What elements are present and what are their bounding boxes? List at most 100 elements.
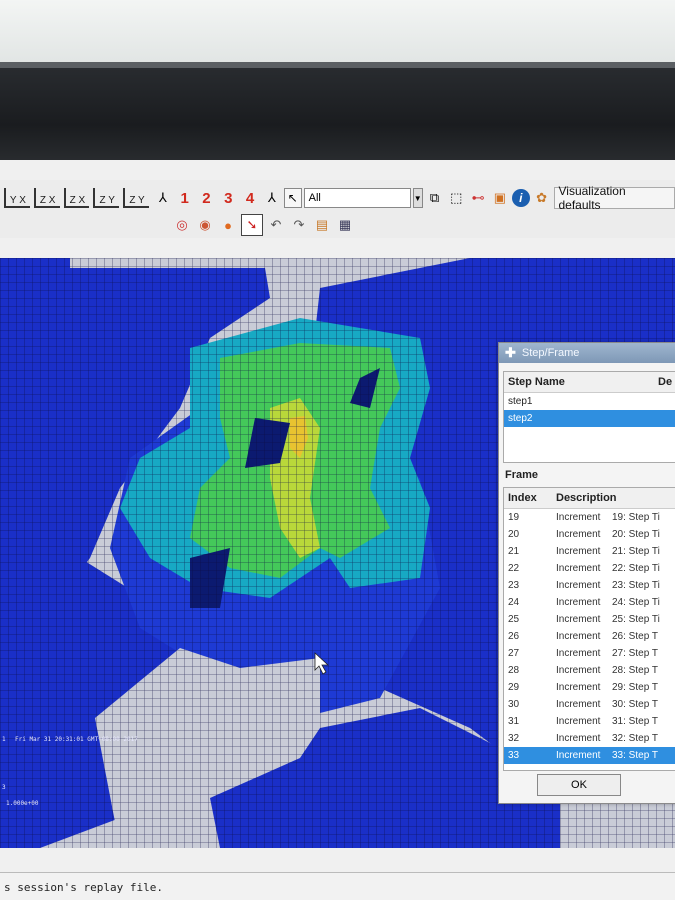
frame-table: Index Description 19 Increment 19: Step Ti… [503, 487, 675, 771]
frame-cell-type: Increment [556, 750, 601, 761]
triad-icon[interactable]: ⅄ [262, 188, 282, 208]
frame-cell-desc: 29: Step T [612, 682, 658, 693]
selection-filter-select[interactable]: All [303, 188, 411, 208]
frame-row[interactable]: 31 Increment 31: Step T [504, 713, 675, 730]
frame-row[interactable]: 27 Increment 27: Step T [504, 645, 675, 662]
visualization-defaults-button[interactable]: Visualization defaults [553, 184, 675, 212]
frame-cell-index: 28 [508, 665, 520, 676]
viewport-label: 1.000e+00 [6, 800, 39, 807]
frame-rows: 19 Increment 19: Step Ti 20 Increment 20: Ste… [504, 509, 675, 764]
frame-cell-index: 22 [508, 563, 520, 574]
view-axis-icon[interactable]: Y X [4, 188, 30, 208]
frame-cell-type: Increment [556, 631, 601, 642]
frame-cell-desc: 32: Step T [612, 733, 658, 744]
frame-cell-desc: 24: Step Ti [612, 597, 660, 608]
frame-cell-index: 29 [508, 682, 520, 693]
frame-row[interactable]: 19 Increment 19: Step Ti [504, 509, 675, 526]
step-row[interactable]: step1 [504, 393, 675, 410]
frame-cell-type: Increment [556, 597, 601, 608]
description-header: Description [556, 492, 617, 504]
info-icon[interactable]: i [511, 189, 530, 207]
redo-icon[interactable]: ↷ [289, 215, 309, 235]
frame-cell-index: 31 [508, 716, 520, 727]
frame-cell-type: Increment [556, 648, 601, 659]
view-1-button[interactable]: 1 [175, 190, 195, 207]
frame-cell-index: 24 [508, 597, 520, 608]
frame-cell-index: 30 [508, 699, 520, 710]
view-axis-icon[interactable]: Z Y [123, 188, 149, 208]
view-3-button[interactable]: 3 [218, 190, 238, 207]
step-desc-header: De [658, 376, 673, 388]
view-axis-icon[interactable]: Z X [33, 188, 60, 208]
view-axis-icon[interactable]: Z Y [93, 188, 120, 208]
message-text: s session's replay file. [4, 881, 163, 894]
frame-cell-desc: 19: Step Ti [612, 512, 660, 523]
application-screen: Y X Z X Z X Z Y Z Y ⅄ 1 2 3 4 ⅄ ↖ All ▼ … [0, 160, 675, 900]
frame-row[interactable]: 25 Increment 25: Step Ti [504, 611, 675, 628]
frame-row[interactable]: 23 Increment 23: Step Ti [504, 577, 675, 594]
frame-cell-desc: 20: Step Ti [612, 529, 660, 540]
palette-icon[interactable]: ✿ [532, 188, 552, 208]
frame-cell-type: Increment [556, 512, 601, 523]
view-2-button[interactable]: 2 [197, 190, 217, 207]
step-row[interactable]: step2 [504, 410, 675, 427]
frame-row[interactable]: 26 Increment 26: Step T [504, 628, 675, 645]
frame-cell-type: Increment [556, 733, 601, 744]
clipboard-icon[interactable]: ▤ [312, 215, 332, 235]
frame-cell-desc: 31: Step T [612, 716, 658, 727]
viewport-label: 3 [2, 784, 6, 791]
frame-row[interactable]: 20 Increment 20: Step Ti [504, 526, 675, 543]
frame-row[interactable]: 22 Increment 22: Step Ti [504, 560, 675, 577]
view-4-button[interactable]: 4 [240, 190, 260, 207]
ok-button[interactable]: OK [537, 774, 621, 796]
iso-view-icon[interactable]: ⅄ [153, 188, 173, 208]
frame-row[interactable]: 33 Increment 33: Step T [504, 747, 675, 764]
frame-cell-type: Increment [556, 546, 601, 557]
frame-row[interactable]: 29 Increment 29: Step T [504, 679, 675, 696]
frame-row[interactable]: 32 Increment 32: Step T [504, 730, 675, 747]
arrow-toggle-icon[interactable]: ➘ [241, 214, 263, 236]
frame-cell-index: 33 [508, 750, 520, 761]
frame-row[interactable]: 24 Increment 24: Step Ti [504, 594, 675, 611]
monitor-bezel [0, 62, 675, 167]
frame-row[interactable]: 30 Increment 30: Step T [504, 696, 675, 713]
frame-row[interactable]: 28 Increment 28: Step T [504, 662, 675, 679]
sphere-icon[interactable]: ● [218, 215, 238, 235]
copy-icon[interactable]: ⧉ [425, 188, 445, 208]
frame-cell-type: Increment [556, 529, 601, 540]
frame-cell-type: Increment [556, 682, 601, 693]
step-name-header: Step Name [508, 376, 565, 388]
index-header: Index [508, 492, 537, 504]
superimpose-icon[interactable]: ◉ [195, 215, 215, 235]
toolbar: Y X Z X Z X Z Y Z Y ⅄ 1 2 3 4 ⅄ ↖ All ▼ … [0, 180, 675, 238]
undo-icon[interactable]: ↶ [266, 215, 286, 235]
frame-cell-index: 19 [508, 512, 520, 523]
table-icon[interactable]: ▦ [335, 215, 355, 235]
render-style-icon[interactable]: ▣ [490, 188, 510, 208]
frame-cell-desc: 21: Step Ti [612, 546, 660, 557]
move-icon: ✚ [505, 345, 516, 360]
monitor-bezel-edge [0, 62, 675, 68]
frame-cell-desc: 26: Step T [612, 631, 658, 642]
frame-cell-index: 25 [508, 614, 520, 625]
chevron-down-icon[interactable]: ▼ [412, 188, 423, 208]
node-icon[interactable]: ⊷ [468, 188, 488, 208]
frame-cell-index: 32 [508, 733, 520, 744]
message-area: s session's replay file. [0, 872, 675, 900]
frame-cell-index: 23 [508, 580, 520, 591]
frame-cell-index: 20 [508, 529, 520, 540]
dialog-title: Step/Frame [521, 347, 580, 359]
frame-row[interactable]: 21 Increment 21: Step Ti [504, 543, 675, 560]
toolbar-row-views: Y X Z X Z X Z Y Z Y ⅄ 1 2 3 4 ⅄ ↖ All ▼ … [4, 184, 675, 212]
frame-cell-index: 21 [508, 546, 520, 557]
box-select-icon[interactable]: ⬚ [446, 188, 466, 208]
frame-cell-type: Increment [556, 699, 601, 710]
frame-cell-index: 26 [508, 631, 520, 642]
frame-cell-desc: 22: Step Ti [612, 563, 660, 574]
overlay-icon[interactable]: ◎ [172, 215, 192, 235]
frame-cell-desc: 33: Step T [612, 750, 658, 761]
view-axis-icon[interactable]: Z X [63, 188, 90, 208]
frame-cell-type: Increment [556, 580, 601, 591]
select-cursor-icon[interactable]: ↖ [283, 188, 302, 208]
dialog-title-bar[interactable]: ✚ Step/Frame [499, 343, 675, 363]
